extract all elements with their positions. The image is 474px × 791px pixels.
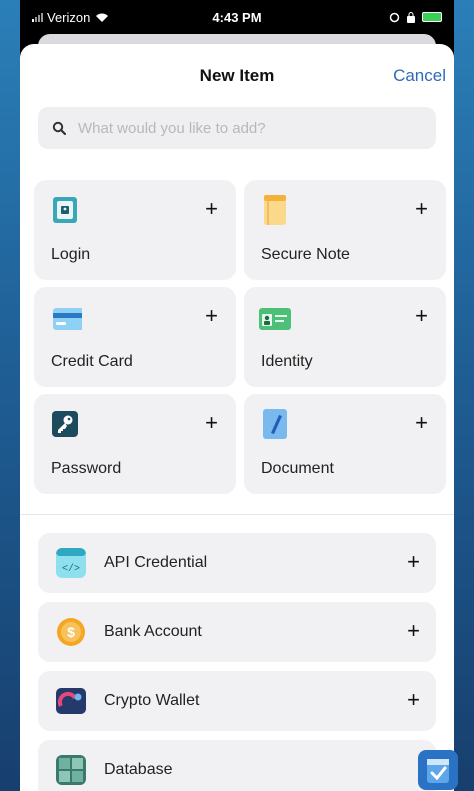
tile-label: Identity (261, 353, 313, 370)
search-bar[interactable] (38, 107, 436, 149)
phone-screen: Verizon 4:43 PM New Item Cancel What wou… (20, 0, 454, 791)
tile-identity[interactable]: + Identity (244, 287, 446, 387)
api-icon: </> (56, 548, 86, 578)
tile-secure-note[interactable]: + Secure Note (244, 180, 446, 280)
tile-password[interactable]: + Password (34, 394, 236, 494)
add-icon: + (205, 303, 218, 328)
more-item-types-list: </> API Credential + $ Bank Account + Cr… (38, 533, 436, 791)
svg-text:$: $ (67, 624, 75, 640)
battery-icon (422, 12, 442, 22)
tile-label: Login (51, 246, 91, 263)
section-divider (20, 514, 454, 515)
credit-card-icon (53, 308, 82, 330)
add-icon: + (415, 410, 428, 435)
item-type-grid: + Login + Secure Note + Credit Card + Id… (34, 180, 446, 494)
tile-login[interactable]: + Login (34, 180, 236, 280)
document-icon (263, 409, 287, 439)
list-item-api-credential[interactable]: </> API Credential + (38, 533, 436, 593)
tile-label: Secure Note (261, 246, 350, 263)
search-icon (52, 121, 66, 135)
bank-icon: $ (57, 618, 85, 646)
add-icon: + (407, 687, 420, 712)
tile-label: Password (51, 460, 122, 477)
add-icon: + (205, 196, 218, 221)
add-icon: + (415, 303, 428, 328)
database-icon (56, 755, 86, 785)
wallet-icon (56, 688, 86, 714)
svg-text:</>: </> (62, 563, 80, 575)
task-list-icon[interactable] (418, 750, 458, 790)
list-item-crypto-wallet[interactable]: Crypto Wallet + (38, 671, 436, 731)
nav-bar: New Item Cancel (20, 44, 454, 108)
login-icon (53, 197, 77, 223)
add-icon: + (407, 618, 420, 643)
tile-document[interactable]: + Document (244, 394, 446, 494)
list-item-database[interactable]: Database (38, 740, 436, 791)
list-item-label: Database (104, 761, 173, 778)
tile-label: Document (261, 460, 334, 477)
list-item-bank-account[interactable]: $ Bank Account + (38, 602, 436, 662)
key-icon (52, 411, 78, 437)
cancel-button[interactable]: Cancel (393, 66, 446, 86)
add-icon: + (205, 410, 218, 435)
add-icon: + (407, 549, 420, 574)
list-item-label: Crypto Wallet (104, 692, 200, 709)
tile-credit-card[interactable]: + Credit Card (34, 287, 236, 387)
checklist-icon (427, 759, 449, 783)
new-item-sheet: New Item Cancel + Login (20, 44, 454, 791)
add-icon: + (415, 196, 428, 221)
tile-label: Credit Card (51, 353, 133, 370)
note-icon (264, 195, 286, 225)
identity-icon (259, 308, 291, 330)
list-item-label: Bank Account (104, 623, 202, 640)
clock: 4:43 PM (212, 9, 262, 25)
search-input[interactable] (78, 119, 398, 137)
status-bar: Verizon 4:43 PM (20, 0, 454, 34)
list-item-label: API Credential (104, 554, 208, 571)
page-title: New Item (199, 66, 275, 85)
